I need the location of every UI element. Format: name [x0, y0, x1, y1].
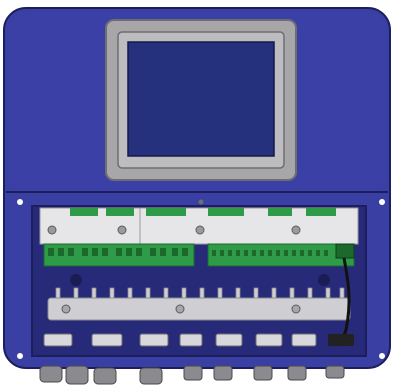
terminal-block: [306, 208, 336, 216]
screw-icon: [195, 225, 205, 235]
enclosure-diagram: [3, 7, 391, 385]
screw-icon: [47, 225, 57, 235]
mounting-hole: [318, 274, 330, 286]
screw-icon: [175, 304, 185, 314]
screw-icon: [17, 353, 23, 359]
mounting-hole: [70, 274, 82, 286]
display-screen: [127, 41, 275, 157]
terminal-block: [208, 208, 244, 216]
screw-icon: [291, 225, 301, 235]
screw-icon: [17, 199, 23, 205]
screw-icon: [291, 304, 301, 314]
screw-icon: [198, 199, 204, 205]
screw-icon: [61, 304, 71, 314]
connector-black: [328, 334, 354, 346]
screw-icon: [117, 225, 127, 235]
terminal-block: [106, 208, 134, 216]
terminal-row-right-slots: [212, 250, 328, 256]
busbar: [47, 297, 351, 321]
terminal-block: [70, 208, 98, 216]
terminal-block: [268, 208, 292, 216]
screw-icon: [379, 353, 385, 359]
connector-header: [335, 243, 355, 259]
screw-icon: [379, 199, 385, 205]
cable-glands: [39, 365, 345, 385]
terminal-block: [146, 208, 186, 216]
